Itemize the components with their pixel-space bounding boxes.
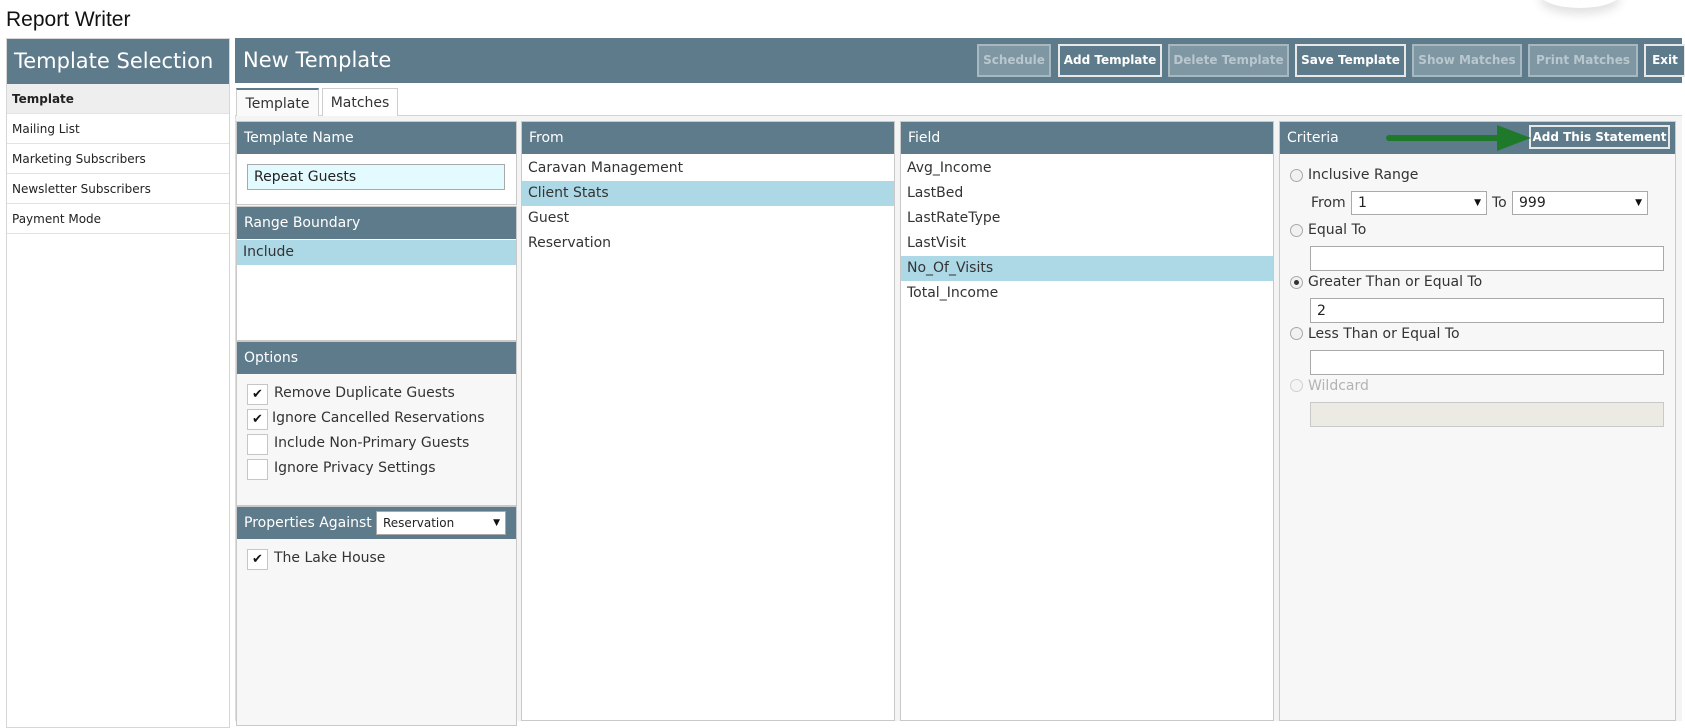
ignore-privacy-settings-checkbox[interactable]: [247, 459, 268, 480]
ignore-cancelled-reservations-checkbox[interactable]: ✔: [247, 409, 268, 430]
less-equal-input[interactable]: [1310, 350, 1664, 375]
from-item-caravan-management[interactable]: Caravan Management: [522, 156, 894, 181]
equal-to-radio[interactable]: [1290, 224, 1303, 237]
properties-against-value: Reservation: [383, 516, 455, 530]
schedule-button[interactable]: Schedule: [977, 44, 1051, 77]
greater-equal-input[interactable]: 2: [1310, 298, 1664, 323]
options-heading: Options: [237, 342, 516, 374]
range-from-select[interactable]: 1 ▼: [1351, 191, 1487, 215]
properties-panel: Properties Against ✔ The Lake House: [236, 506, 517, 726]
template-name-input[interactable]: Repeat Guests: [247, 164, 505, 190]
equal-to-label: Equal To: [1308, 222, 1367, 238]
template-selection-sidebar: Template Selection Template Mailing List…: [6, 38, 230, 728]
wildcard-input[interactable]: [1310, 402, 1664, 427]
app-title: Report Writer: [6, 8, 131, 31]
sidebar-item-marketing-subscribers[interactable]: Marketing Subscribers: [7, 144, 229, 174]
less-equal-radio[interactable]: [1290, 327, 1303, 340]
greater-equal-radio[interactable]: [1290, 276, 1303, 289]
main-header: New Template Schedule Add Template Delet…: [235, 38, 1685, 83]
option-label: Ignore Privacy Settings: [274, 460, 436, 476]
the-lake-house-checkbox[interactable]: ✔: [247, 549, 268, 570]
option-label: Remove Duplicate Guests: [274, 385, 455, 401]
add-this-statement-button[interactable]: Add This Statement: [1529, 125, 1670, 149]
sidebar-item-mailing-list[interactable]: Mailing List: [7, 114, 229, 144]
page-title: New Template: [243, 48, 392, 72]
wildcard-radio[interactable]: [1290, 379, 1303, 392]
field-item-avg-income[interactable]: Avg_Income: [901, 156, 1273, 181]
range-to-select[interactable]: 999 ▼: [1512, 191, 1648, 215]
sidebar-item-template[interactable]: Template: [7, 84, 229, 114]
less-equal-label: Less Than or Equal To: [1308, 326, 1460, 342]
options-panel: Options ✔ Remove Duplicate Guests ✔ Igno…: [236, 341, 517, 506]
save-template-button[interactable]: Save Template: [1295, 44, 1406, 77]
remove-duplicate-guests-checkbox[interactable]: ✔: [247, 384, 268, 405]
from-item-guest[interactable]: Guest: [522, 206, 894, 231]
exit-button[interactable]: Exit: [1644, 44, 1685, 77]
field-panel: Field Avg_Income LastBed LastRateType La…: [900, 121, 1274, 721]
option-label: Include Non-Primary Guests: [274, 435, 470, 451]
range-boundary-heading: Range Boundary: [237, 207, 516, 239]
greater-equal-label: Greater Than or Equal To: [1308, 274, 1483, 290]
arrow-pointer-icon: [1386, 125, 1531, 151]
print-matches-button[interactable]: Print Matches: [1528, 44, 1638, 77]
range-boundary-panel: Range Boundary Include: [236, 206, 517, 341]
field-item-lastratetype[interactable]: LastRateType: [901, 206, 1273, 231]
inclusive-range-label: Inclusive Range: [1308, 167, 1419, 183]
wildcard-label: Wildcard: [1308, 378, 1369, 394]
option-label: Ignore Cancelled Reservations: [272, 410, 485, 426]
from-heading: From: [522, 122, 894, 154]
field-heading: Field: [901, 122, 1273, 154]
tab-template[interactable]: Template: [236, 88, 319, 117]
include-non-primary-guests-checkbox[interactable]: [247, 434, 268, 455]
from-label: From: [1311, 195, 1346, 211]
field-item-total-income[interactable]: Total_Income: [901, 281, 1273, 306]
template-name-panel: Template Name: [236, 121, 517, 205]
range-to-value: 999: [1519, 195, 1546, 211]
template-name-heading: Template Name: [237, 122, 516, 154]
delete-template-button[interactable]: Delete Template: [1168, 44, 1289, 77]
tab-matches[interactable]: Matches: [322, 88, 398, 116]
from-item-reservation[interactable]: Reservation: [522, 231, 894, 256]
add-template-button[interactable]: Add Template: [1058, 44, 1162, 77]
chevron-down-icon: ▼: [1635, 198, 1642, 208]
range-boundary-item-include[interactable]: Include: [237, 240, 516, 265]
show-matches-button[interactable]: Show Matches: [1412, 44, 1522, 77]
properties-against-select[interactable]: Reservation ▼: [376, 511, 506, 535]
chevron-down-icon: ▼: [493, 518, 500, 528]
range-from-value: 1: [1358, 195, 1367, 211]
sidebar-item-newsletter-subscribers[interactable]: Newsletter Subscribers: [7, 174, 229, 204]
equal-to-input[interactable]: [1310, 246, 1664, 271]
sidebar-title: Template Selection: [7, 39, 229, 84]
sidebar-item-payment-mode[interactable]: Payment Mode: [7, 204, 229, 234]
chevron-down-icon: ▼: [1474, 198, 1481, 208]
decorative-shadow: [1540, 0, 1620, 8]
field-item-no-of-visits[interactable]: No_Of_Visits: [901, 256, 1273, 281]
field-item-lastvisit[interactable]: LastVisit: [901, 231, 1273, 256]
to-label: To: [1492, 195, 1507, 211]
field-item-lastbed[interactable]: LastBed: [901, 181, 1273, 206]
from-panel: From Caravan Management Client Stats Gue…: [521, 121, 895, 721]
from-item-client-stats[interactable]: Client Stats: [522, 181, 894, 206]
inclusive-range-radio[interactable]: [1290, 169, 1303, 182]
property-label: The Lake House: [274, 550, 386, 566]
